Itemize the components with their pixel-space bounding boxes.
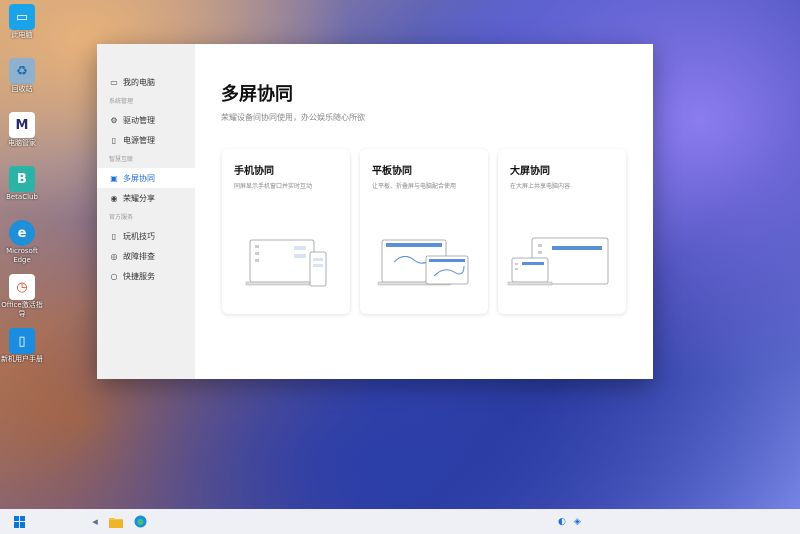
app-window: ▭ 我的电脑 系统管理 ⚙ 驱动管理 ▯ 电源管理 智慧互联 ▣ 多屏协同 ◉ …: [97, 44, 653, 379]
desktop-icon-label: 回收站: [11, 85, 33, 93]
desktop-icon-office-guide[interactable]: ◷ Office激活指导: [0, 274, 44, 319]
sidebar-item-power[interactable]: ▯ 电源管理: [97, 130, 195, 150]
edge-icon: [134, 515, 146, 528]
sidebar-item-honor-share[interactable]: ◉ 荣耀分享: [97, 188, 195, 208]
sidebar-item-label: 玩机技巧: [123, 231, 155, 241]
multiscreen-icon: ▣: [110, 173, 118, 183]
card-title: 手机协同: [234, 166, 274, 177]
page-title: 多屏协同: [221, 84, 293, 105]
folder-icon: [109, 517, 123, 528]
sidebar-item-label: 多屏协同: [123, 173, 155, 183]
office-icon: ◷: [9, 274, 35, 300]
card-title: 平板协同: [372, 166, 412, 177]
pc-manager-icon: M: [9, 112, 35, 138]
diagnose-icon: ◎: [110, 251, 118, 261]
battery-icon: ▯: [111, 135, 117, 145]
card-description: 同屏显示手机窗口并实时互动: [234, 183, 313, 190]
sidebar-item-label: 我的电脑: [123, 77, 155, 87]
share-icon: ◉: [110, 193, 118, 203]
phone-icon: ▯: [111, 231, 117, 241]
book-icon: ▯: [9, 328, 35, 354]
desktop-icon-label: 电脑管家: [8, 139, 36, 147]
desktop-icon-label: 新机用户手册: [1, 355, 43, 363]
desktop-icon-user-manual[interactable]: ▯ 新机用户手册: [0, 328, 44, 364]
edge-taskbar-button[interactable]: [132, 509, 148, 534]
sidebar-item-label: 电源管理: [123, 135, 155, 145]
laptop-phone-illustration: [245, 239, 327, 287]
desktop-icon-betaclub[interactable]: B BetaClub: [0, 166, 44, 202]
laptop-tablet-illustration: [377, 239, 469, 286]
sidebar-item-label: 故障排查: [123, 251, 155, 261]
service-icon: ○: [110, 271, 118, 281]
sidebar-item-multiscreen[interactable]: ▣ 多屏协同: [97, 168, 195, 188]
sidebar: ▭ 我的电脑 系统管理 ⚙ 驱动管理 ▯ 电源管理 智慧互联 ▣ 多屏协同 ◉ …: [97, 44, 195, 379]
desktop-icon-label: Office激活指导: [1, 301, 43, 318]
system-tray: ◐ ◈: [558, 509, 581, 534]
desktop-icon-pc-manager[interactable]: M 电脑管家: [0, 112, 44, 148]
feature-cards: 手机协同 同屏显示手机窗口并实时互动 平板协同 让平板、折叠屏与电脑配合使用 大…: [222, 149, 626, 314]
card-title: 大屏协同: [510, 166, 550, 177]
card-phone-collab[interactable]: 手机协同 同屏显示手机窗口并实时互动: [222, 149, 350, 314]
sidebar-item-label: 荣耀分享: [123, 193, 155, 203]
taskbar: ◂ ◐ ◈: [0, 509, 800, 534]
card-description: 让平板、折叠屏与电脑配合使用: [372, 183, 457, 190]
card-tablet-collab[interactable]: 平板协同 让平板、折叠屏与电脑配合使用: [360, 149, 488, 314]
desktop-icon-label: BetaClub: [6, 193, 38, 201]
desktop-icon-label: 此电脑: [11, 31, 33, 39]
monitor-icon: ▭: [9, 4, 35, 30]
desktop-icon-edge[interactable]: e Microsoft Edge: [0, 220, 44, 265]
desktop-icon-label: Microsoft Edge: [6, 247, 38, 264]
honor-tray-icon[interactable]: ◐: [558, 517, 566, 527]
card-bigscreen-collab[interactable]: 大屏协同 在大屏上共享电脑内容: [498, 149, 626, 314]
main-content: 多屏协同 荣耀设备间协同使用，办公娱乐随心所欲 手机协同 同屏显示手机窗口并实时…: [195, 44, 653, 379]
laptop-monitor-illustration: [507, 237, 609, 286]
sidebar-item-quick-service[interactable]: ○ 快捷服务: [97, 266, 195, 286]
desktop-icon-recycle-bin[interactable]: ♻ 回收站: [0, 58, 44, 94]
desktop-icon-this-pc[interactable]: ▭ 此电脑: [0, 4, 44, 40]
gear-icon: ⚙: [110, 115, 118, 125]
recycle-bin-icon: ♻: [9, 58, 35, 84]
sidebar-item-label: 驱动管理: [123, 115, 155, 125]
sidebar-section-connect: 智慧互联: [109, 156, 134, 163]
betaclub-icon: B: [9, 166, 35, 192]
sidebar-section-service: 官方服务: [109, 214, 134, 221]
monitor-icon: ▭: [110, 77, 118, 87]
file-explorer-button[interactable]: [108, 509, 124, 534]
sidebar-section-system: 系统管理: [109, 98, 134, 105]
sidebar-item-label: 快捷服务: [123, 271, 155, 281]
start-button[interactable]: [11, 509, 29, 534]
back-arrow-icon[interactable]: ◂: [88, 509, 102, 534]
sidebar-item-tips[interactable]: ▯ 玩机技巧: [97, 226, 195, 246]
sidebar-item-my-computer[interactable]: ▭ 我的电脑: [97, 72, 195, 92]
page-subtitle: 荣耀设备间协同使用，办公娱乐随心所欲: [221, 113, 365, 122]
sidebar-item-driver[interactable]: ⚙ 驱动管理: [97, 110, 195, 130]
sidebar-item-troubleshoot[interactable]: ◎ 故障排查: [97, 246, 195, 266]
card-description: 在大屏上共享电脑内容: [510, 183, 571, 190]
network-tray-icon[interactable]: ◈: [574, 517, 581, 527]
edge-icon: e: [9, 220, 35, 246]
windows-logo-icon: [14, 515, 26, 528]
